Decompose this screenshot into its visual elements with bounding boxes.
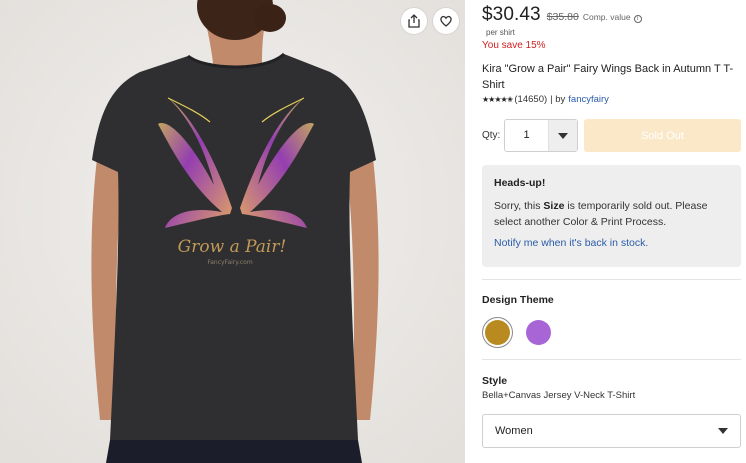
heart-icon xyxy=(440,15,452,27)
quantity-select[interactable]: 1 xyxy=(504,119,578,152)
alert-title: Heads-up! xyxy=(494,177,546,189)
price-row: $30.43 $35.80 Comp. value i xyxy=(482,4,642,26)
theme-swatch-gold[interactable] xyxy=(485,320,510,345)
original-price: $35.80 xyxy=(546,11,579,23)
theme-swatch-purple[interactable] xyxy=(526,320,551,345)
style-value: Bella+Canvas Jersey V-Neck T-Shirt xyxy=(482,390,636,401)
divider xyxy=(482,279,741,280)
product-panel: $30.43 $35.80 Comp. value i per shirt Yo… xyxy=(482,0,742,463)
divider xyxy=(482,359,741,360)
rating-row: ★★★★✬ (14650) | by fancyfairy xyxy=(482,94,609,105)
alert-message-start: Sorry, this xyxy=(494,200,541,212)
alert-message: Sorry, this Size is temporarily sold out… xyxy=(494,198,729,230)
savings-text: You save 15% xyxy=(482,40,546,51)
qty-label: Qty: xyxy=(482,130,501,141)
qty-value: 1 xyxy=(505,120,549,151)
qty-dropdown-button[interactable] xyxy=(549,120,577,151)
review-count[interactable]: (14650) xyxy=(514,94,547,105)
tshirt-illustration: Grow a Pair! FancyFairy.com xyxy=(0,0,465,463)
info-icon[interactable]: i xyxy=(633,15,642,23)
print-subtext: FancyFairy.com xyxy=(207,259,253,266)
product-title: Kira "Grow a Pair" Fairy Wings Back in A… xyxy=(482,63,734,91)
heads-up-alert: Heads-up! Sorry, this Size is temporaril… xyxy=(482,165,741,267)
design-theme-title: Design Theme xyxy=(482,294,554,306)
chevron-down-icon xyxy=(718,428,728,434)
product-image[interactable]: Grow a Pair! FancyFairy.com xyxy=(0,0,465,463)
favorite-button[interactable] xyxy=(433,8,459,34)
sold-out-button[interactable]: Sold Out xyxy=(584,119,741,152)
chevron-down-icon xyxy=(558,132,568,139)
seller-link[interactable]: fancyfairy xyxy=(568,94,609,105)
style-select[interactable]: Women xyxy=(482,414,741,448)
style-title: Style xyxy=(482,375,508,387)
by-text: | by xyxy=(550,94,566,105)
price-unit: per shirt xyxy=(486,28,515,37)
rating-stars-icon[interactable]: ★★★★✬ xyxy=(482,95,513,104)
print-text: Grow a Pair! xyxy=(178,237,287,257)
alert-message-bold: Size xyxy=(543,200,565,212)
share-icon xyxy=(408,14,420,28)
current-price: $30.43 xyxy=(482,4,541,25)
style-select-value: Women xyxy=(495,425,533,437)
comp-value-label: Comp. value xyxy=(582,12,631,22)
share-button[interactable] xyxy=(401,8,427,34)
notify-me-link[interactable]: Notify me when it's back in stock. xyxy=(494,237,729,249)
